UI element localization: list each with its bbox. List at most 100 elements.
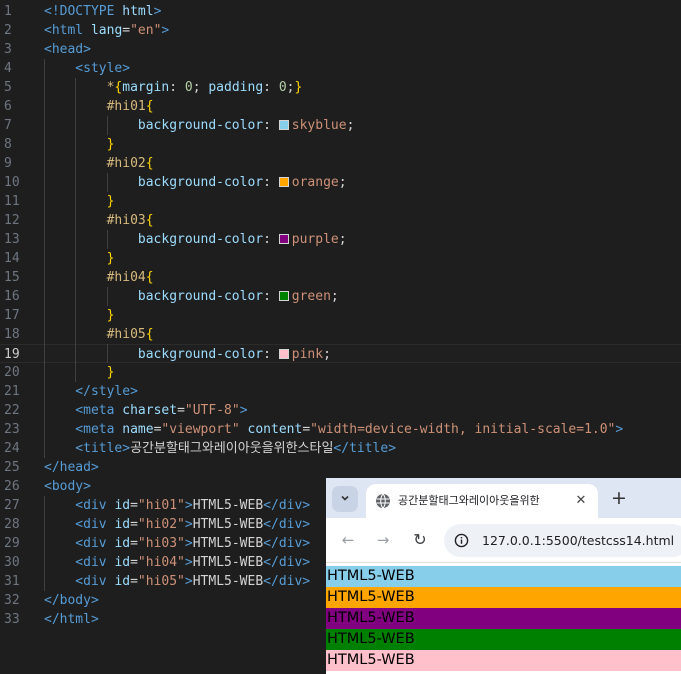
code-token: : [169, 80, 185, 95]
code-text: </style> [75, 382, 138, 401]
color-swatch[interactable] [278, 349, 289, 359]
code-text: } [107, 306, 115, 325]
code-line[interactable]: 4 <style> [0, 59, 681, 78]
indent-guide [44, 230, 45, 249]
indent-guide [44, 325, 45, 344]
close-icon[interactable]: ✕ [572, 492, 590, 510]
line-number: 32 [4, 593, 20, 608]
code-text: #hi04{ [107, 268, 154, 287]
code-token: = [177, 403, 185, 418]
indent-guide [75, 135, 77, 154]
line-number: 7 [4, 118, 12, 133]
indent-guide [44, 344, 45, 363]
code-line[interactable]: 7 background-color: skyblue; [0, 116, 681, 135]
code-text: <meta charset="UTF-8"> [75, 401, 247, 420]
code-line[interactable]: 6 #hi01{ [0, 97, 681, 116]
code-line[interactable]: 3 <head> [0, 40, 681, 59]
code-token: purple [291, 232, 339, 247]
color-swatch[interactable] [278, 234, 289, 244]
code-token: </style> [75, 384, 138, 399]
tab-active[interactable]: 공간분할태그와레이아웃을위한 ✕ [366, 484, 598, 518]
indent-guide [75, 173, 77, 192]
code-line[interactable]: 10 background-color: orange; [0, 173, 681, 192]
indent-guide [75, 192, 77, 211]
code-text: #hi03{ [107, 211, 154, 230]
indent-guide [75, 154, 77, 173]
code-token: background-color [137, 175, 264, 190]
code-line[interactable]: 14} [0, 249, 681, 268]
indent-guide [106, 116, 108, 135]
code-token: #hi04 [106, 270, 146, 285]
code-text: } [107, 363, 115, 382]
code-line[interactable]: 17} [0, 306, 681, 325]
code-token: id [114, 517, 131, 532]
code-line[interactable]: 22 <meta charset="UTF-8"> [0, 401, 681, 420]
code-token: = [122, 23, 131, 38]
indent-guide [106, 344, 108, 363]
code-token: : [263, 347, 279, 362]
new-tab-button[interactable]: + [608, 487, 630, 509]
code-line[interactable]: 19 background-color: pink; [0, 344, 681, 363]
code-line[interactable]: 20} [0, 363, 681, 382]
code-line[interactable]: 9 #hi02{ [0, 154, 681, 173]
reload-button[interactable]: ↻ [410, 530, 430, 550]
code-token: </head> [44, 460, 99, 475]
back-button[interactable]: ← [338, 530, 358, 550]
code-token: pink [291, 347, 324, 362]
code-line[interactable]: 23 <meta name="viewport" content="width=d… [0, 420, 681, 439]
code-token: <head> [44, 42, 91, 57]
color-swatch[interactable] [278, 120, 289, 130]
address-bar[interactable]: 127.0.0.1:5500/testcss14.html [444, 524, 681, 557]
code-line[interactable]: 8} [0, 135, 681, 154]
code-line[interactable]: 24 <title>공간분할태그와레이아웃을위한스타일</title> [0, 439, 681, 458]
code-token: = [130, 555, 138, 570]
tab-search-button[interactable] [332, 486, 358, 512]
code-token: { [145, 156, 154, 171]
code-token: > [184, 555, 193, 570]
forward-button[interactable]: → [373, 530, 393, 550]
code-token: <div [75, 536, 115, 551]
code-token: } [106, 308, 115, 323]
indent-guide [44, 534, 45, 553]
code-token: charset [122, 403, 178, 418]
code-token: "hi02" [137, 517, 185, 532]
code-text: <body> [44, 477, 91, 496]
code-line[interactable]: 16 background-color: green; [0, 287, 681, 306]
indent-guide [106, 173, 108, 192]
code-token: = [302, 422, 311, 437]
indent-guide [106, 230, 108, 249]
tab-title: 공간분할태그와레이아웃을위한 [398, 494, 540, 507]
code-line[interactable]: 11} [0, 192, 681, 211]
line-number: 19 [4, 347, 20, 362]
site-info-icon[interactable] [454, 533, 469, 548]
code-line[interactable]: 18 #hi05{ [0, 325, 681, 344]
indent-guide [44, 268, 45, 287]
code-token: </div> [263, 517, 311, 532]
line-number: 33 [4, 612, 20, 627]
code-text: } [107, 249, 115, 268]
indent-guide [75, 268, 77, 287]
code-line[interactable]: 15 #hi04{ [0, 268, 681, 287]
code-token: id [114, 555, 131, 570]
line-number: 24 [4, 441, 20, 456]
code-text: <div id="hi02">HTML5-WEB</div> [75, 515, 310, 534]
line-number: 15 [4, 270, 20, 285]
line-number: 21 [4, 384, 20, 399]
code-line[interactable]: 13 background-color: purple; [0, 230, 681, 249]
code-line[interactable]: 12 #hi03{ [0, 211, 681, 230]
code-line[interactable]: 5 *{margin: 0; padding: 0;} [0, 78, 681, 97]
code-token: > [161, 23, 170, 38]
color-swatch[interactable] [278, 291, 289, 301]
code-token: { [145, 327, 154, 342]
line-number: 6 [4, 99, 12, 114]
line-number: 4 [4, 61, 12, 76]
code-line[interactable]: 2 <html lang="en"> [0, 21, 681, 40]
code-line[interactable]: 1 <!DOCTYPE html> [0, 2, 681, 21]
code-line[interactable]: 25 </head> [0, 458, 681, 477]
line-number: 5 [4, 80, 12, 95]
code-token: > [184, 517, 193, 532]
code-token: { [145, 213, 154, 228]
code-token: } [106, 251, 115, 266]
color-swatch[interactable] [278, 177, 289, 187]
code-line[interactable]: 21 </style> [0, 382, 681, 401]
